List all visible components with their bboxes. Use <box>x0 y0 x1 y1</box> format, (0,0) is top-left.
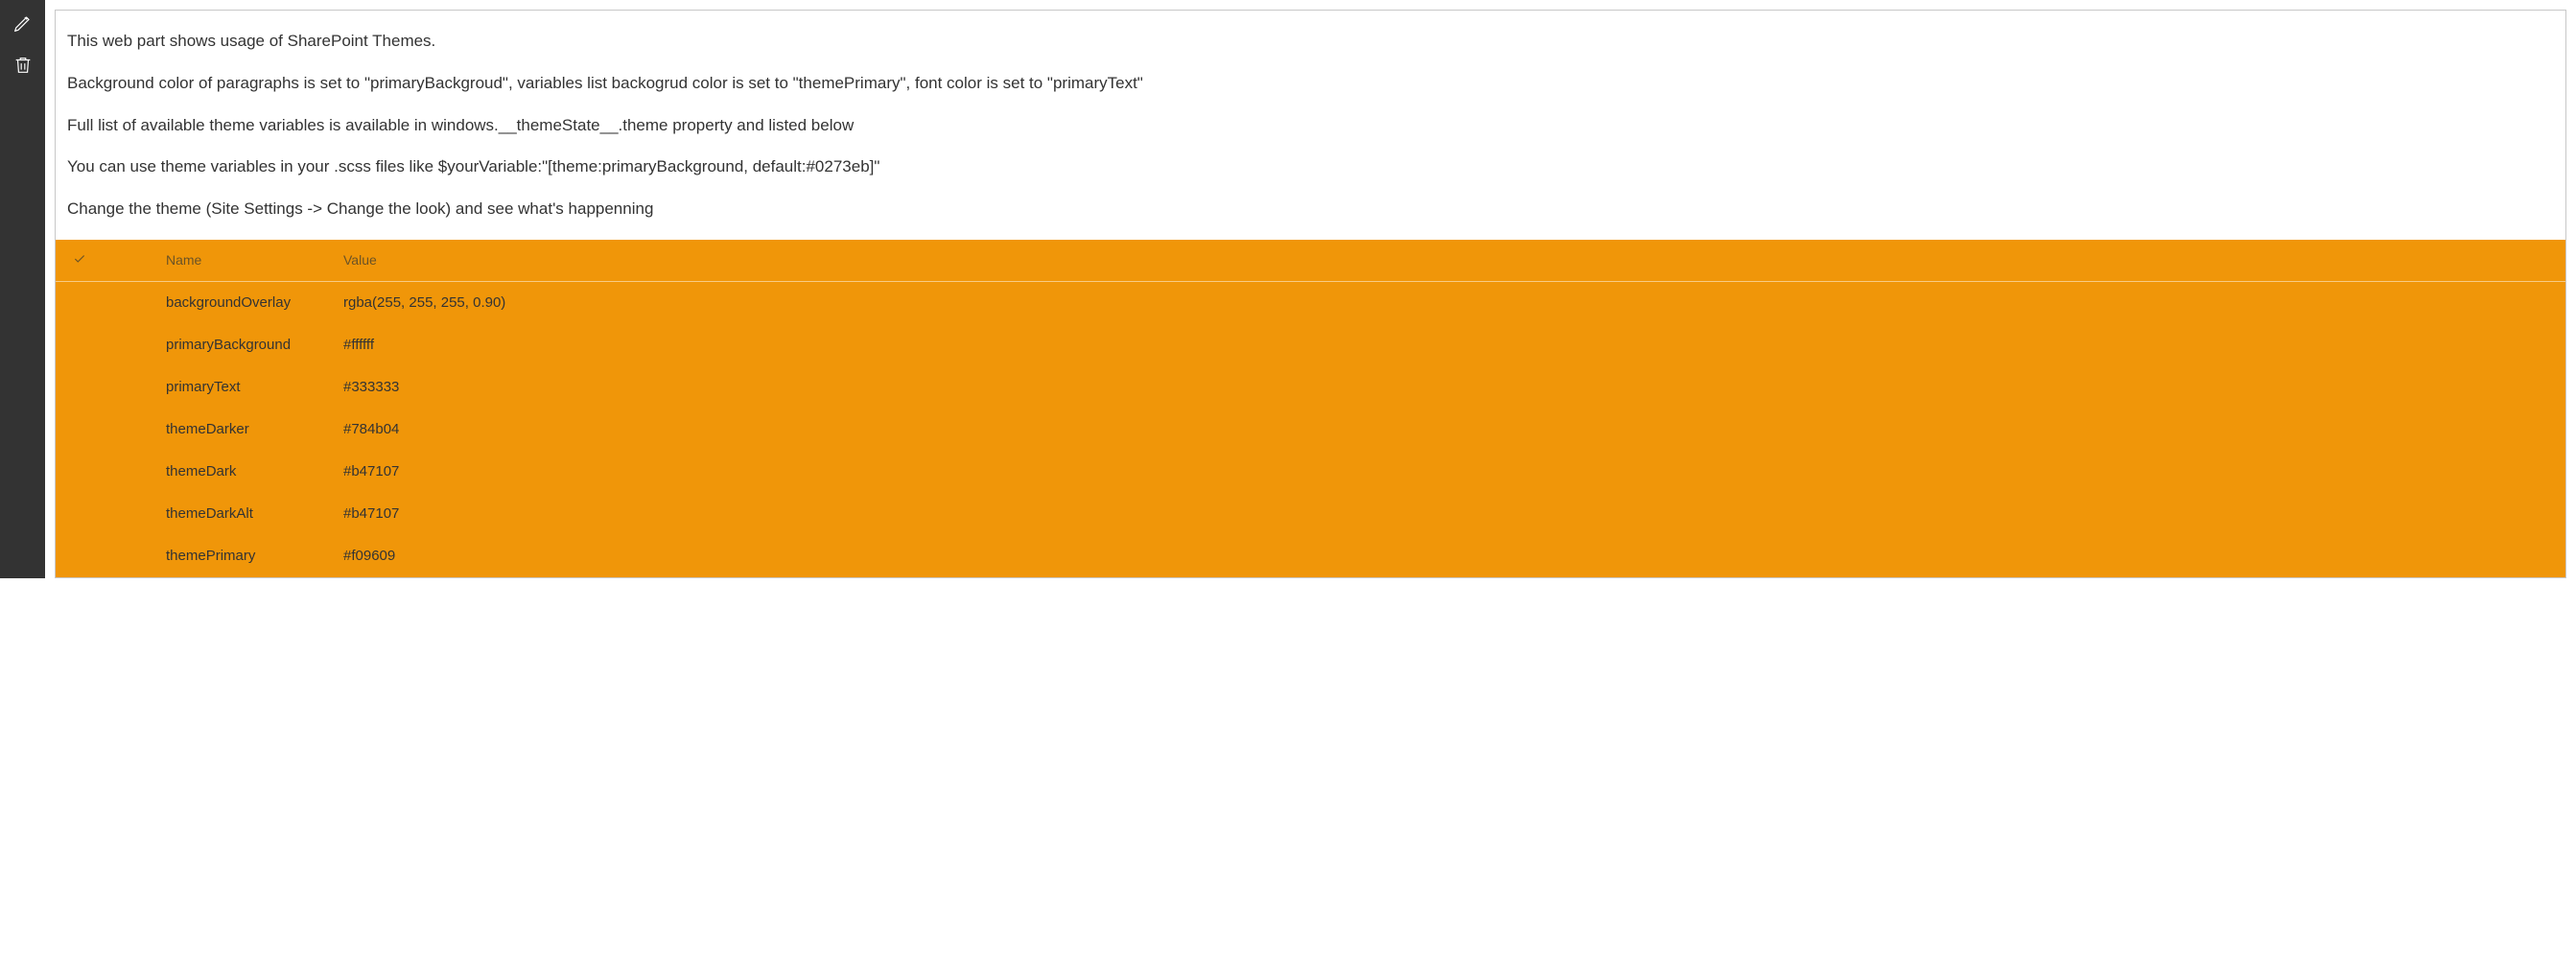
table-row[interactable]: themePrimary #f09609 <box>56 535 2565 577</box>
description-paragraph: You can use theme variables in your .scs… <box>67 155 2554 178</box>
table-row[interactable]: primaryBackground #ffffff <box>56 324 2565 366</box>
cell-value: #784b04 <box>343 421 2565 437</box>
table-body: backgroundOverlay rgba(255, 255, 255, 0.… <box>56 282 2565 577</box>
edit-button[interactable] <box>10 12 36 38</box>
table-row[interactable]: backgroundOverlay rgba(255, 255, 255, 0.… <box>56 282 2565 324</box>
cell-name: primaryText <box>104 379 343 395</box>
table-row[interactable]: primaryText #333333 <box>56 366 2565 409</box>
table-row[interactable]: themeDark #b47107 <box>56 451 2565 493</box>
cell-name: backgroundOverlay <box>104 294 343 311</box>
webpart-container: This web part shows usage of SharePoint … <box>55 10 2566 578</box>
description-paragraph: Change the theme (Site Settings -> Chang… <box>67 198 2554 221</box>
cell-value: rgba(255, 255, 255, 0.90) <box>343 294 2565 311</box>
description-paragraph: This web part shows usage of SharePoint … <box>67 30 2554 53</box>
theme-variables-table: Name Value backgroundOverlay rgba(255, 2… <box>56 240 2565 577</box>
cell-value: #b47107 <box>343 505 2565 522</box>
cell-name: themeDarker <box>104 421 343 437</box>
cell-name: themePrimary <box>104 548 343 564</box>
description-paragraph: Background color of paragraphs is set to… <box>67 72 2554 95</box>
cell-value: #b47107 <box>343 463 2565 480</box>
table-header-row: Name Value <box>56 240 2565 282</box>
cell-value: #ffffff <box>343 337 2565 353</box>
webpart-toolbar <box>0 0 45 578</box>
description-paragraph: Full list of available theme variables i… <box>67 114 2554 137</box>
column-header-value[interactable]: Value <box>343 252 2565 268</box>
cell-name: primaryBackground <box>104 337 343 353</box>
delete-button[interactable] <box>10 54 36 81</box>
column-header-name[interactable]: Name <box>104 252 343 268</box>
select-all-checkbox[interactable] <box>56 252 104 269</box>
trash-icon <box>12 55 34 81</box>
table-row[interactable]: themeDarker #784b04 <box>56 409 2565 451</box>
cell-name: themeDarkAlt <box>104 505 343 522</box>
cell-value: #333333 <box>343 379 2565 395</box>
checkmark-icon <box>73 252 86 269</box>
cell-value: #f09609 <box>343 548 2565 564</box>
cell-name: themeDark <box>104 463 343 480</box>
description-block: This web part shows usage of SharePoint … <box>56 30 2565 221</box>
pencil-icon <box>12 12 34 38</box>
table-row[interactable]: themeDarkAlt #b47107 <box>56 493 2565 535</box>
